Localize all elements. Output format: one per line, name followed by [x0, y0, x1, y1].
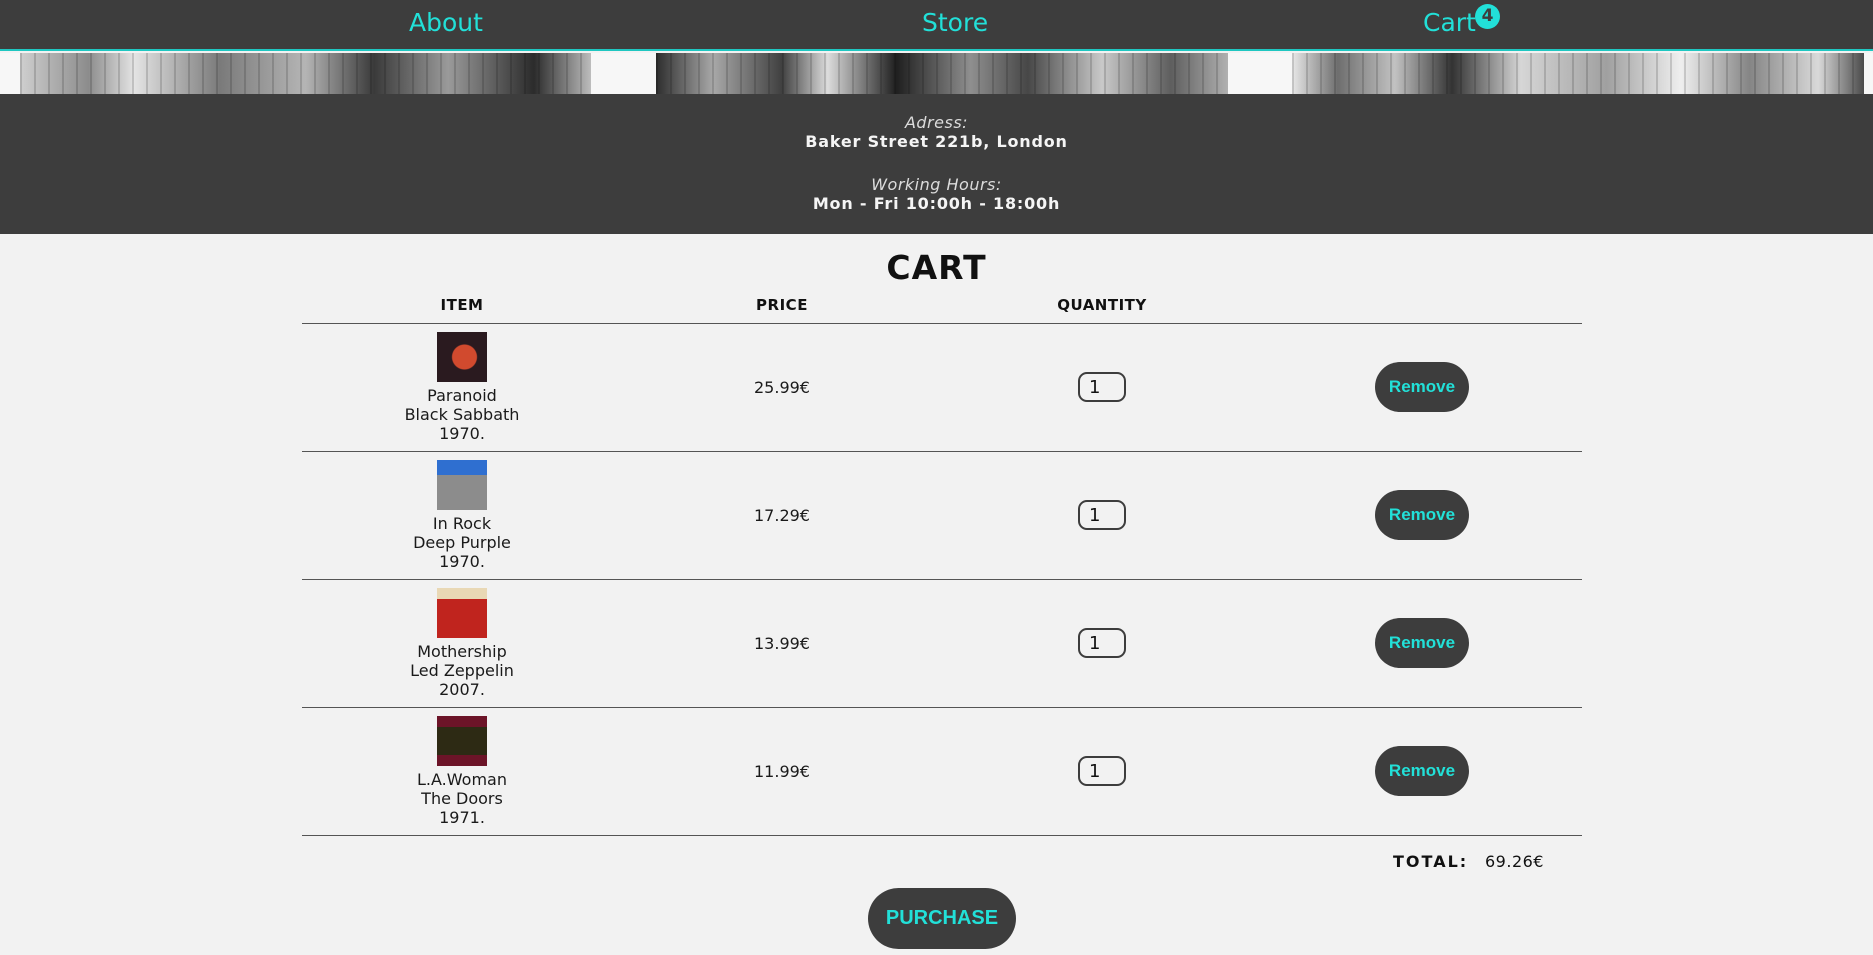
total-label: TOTAL:: [1393, 852, 1469, 871]
page-title: CART: [886, 248, 987, 287]
item-price: 17.29€: [754, 506, 810, 525]
photo-banner: [0, 53, 1873, 94]
album-cover-image: [437, 716, 487, 766]
purchase-button[interactable]: PURCHASE: [868, 888, 1016, 949]
item-price: 25.99€: [754, 378, 810, 397]
album-year: 2007.: [439, 680, 485, 699]
item-price: 13.99€: [754, 634, 810, 653]
album-year: 1970.: [439, 424, 485, 443]
album-cover-image: [437, 332, 487, 382]
total-value: 69.26€: [1485, 852, 1544, 871]
store-info: Adress: Baker Street 221b, London Workin…: [0, 94, 1873, 234]
nav-cart-link[interactable]: Cart: [1423, 8, 1476, 37]
album-title: L.A.Woman: [417, 770, 507, 789]
nav-about-link[interactable]: About: [409, 8, 483, 37]
album-artist: Black Sabbath: [404, 405, 520, 424]
cart-count-badge: 4: [1475, 4, 1500, 29]
table-row: Paranoid Black Sabbath 1970. 25.99€ Remo…: [302, 324, 1582, 452]
album-year: 1971.: [439, 808, 485, 827]
album-artist: Deep Purple: [413, 533, 511, 552]
working-hours-value: Mon - Fri 10:00h - 18:00h: [812, 194, 1061, 213]
column-header-item: ITEM: [440, 296, 484, 314]
item-cell: Paranoid Black Sabbath 1970.: [362, 332, 562, 443]
item-cell: In Rock Deep Purple 1970.: [362, 460, 562, 571]
remove-button[interactable]: Remove: [1375, 362, 1469, 412]
quantity-input[interactable]: [1078, 628, 1126, 658]
top-nav: About Store Cart 4: [0, 0, 1873, 51]
banner-photo: [20, 53, 591, 94]
album-year: 1970.: [439, 552, 485, 571]
item-cell: L.A.Woman The Doors 1971.: [362, 716, 562, 827]
nav-store-link[interactable]: Store: [922, 8, 988, 37]
table-row: In Rock Deep Purple 1970. 17.29€ Remove: [302, 452, 1582, 580]
item-cell: Mothership Led Zeppelin 2007.: [362, 588, 562, 699]
item-price: 11.99€: [754, 762, 810, 781]
album-title: Mothership: [417, 642, 507, 661]
album-cover-image: [437, 460, 487, 510]
table-row: Mothership Led Zeppelin 2007. 13.99€ Rem…: [302, 580, 1582, 708]
album-cover-image: [437, 588, 487, 638]
quantity-input[interactable]: [1078, 372, 1126, 402]
quantity-input[interactable]: [1078, 500, 1126, 530]
banner-photo: [1292, 53, 1864, 94]
album-artist: The Doors: [421, 789, 503, 808]
column-header-quantity: QUANTITY: [1057, 296, 1147, 314]
table-header: ITEM PRICE QUANTITY: [302, 296, 1582, 324]
cart-table: ITEM PRICE QUANTITY Paranoid Black Sabba…: [302, 296, 1582, 836]
address-value: Baker Street 221b, London: [805, 132, 1068, 151]
remove-button[interactable]: Remove: [1375, 746, 1469, 796]
working-hours-label: Working Hours:: [871, 175, 1002, 194]
table-row: L.A.Woman The Doors 1971. 11.99€ Remove: [302, 708, 1582, 836]
album-artist: Led Zeppelin: [410, 661, 514, 680]
address-label: Adress:: [904, 113, 969, 132]
column-header-price: PRICE: [756, 296, 808, 314]
album-title: Paranoid: [427, 386, 497, 405]
remove-button[interactable]: Remove: [1375, 618, 1469, 668]
banner-photo: [656, 53, 1228, 94]
quantity-input[interactable]: [1078, 756, 1126, 786]
remove-button[interactable]: Remove: [1375, 490, 1469, 540]
album-title: In Rock: [432, 514, 492, 533]
